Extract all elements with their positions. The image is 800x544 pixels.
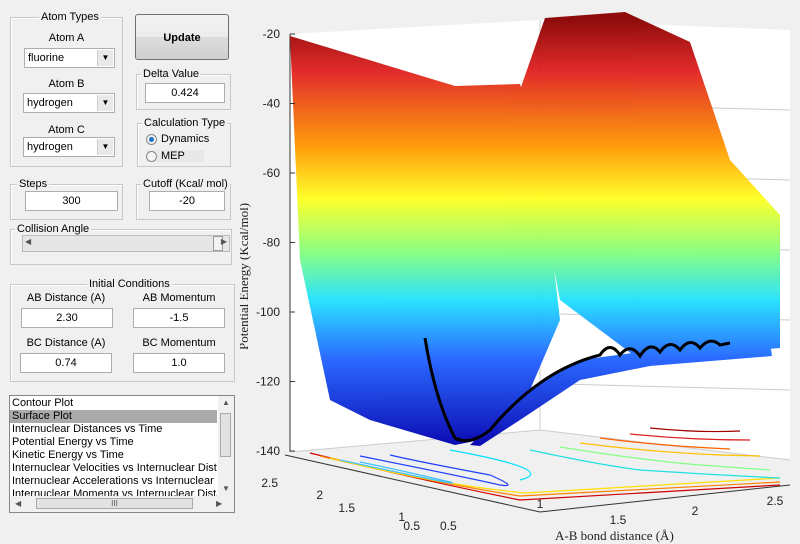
radio-mep-label: MEP (161, 150, 185, 162)
delta-value-input[interactable]: 0.424 (145, 83, 225, 103)
scroll-right-icon[interactable]: ▶ (221, 237, 227, 246)
collision-angle-group: Collision Angle ◀ ▶ (10, 223, 232, 265)
vertical-scrollbar[interactable]: ▲ ▼ (218, 396, 234, 496)
tick-label: 0.5 (403, 519, 420, 533)
delta-value-title: Delta Value (141, 68, 202, 80)
radio-dynamics-label: Dynamics (161, 133, 210, 145)
atom-b-label: Atom B (48, 78, 85, 90)
ab-momentum-input[interactable]: -1.5 (133, 308, 225, 328)
bc-distance-label: BC Distance (A) (26, 337, 106, 349)
scroll-thumb[interactable] (220, 413, 231, 457)
calculation-type-group: Calculation Type Dynamics MEP (137, 117, 231, 167)
ab-distance-input[interactable]: 2.30 (21, 308, 113, 328)
list-item[interactable]: Kinetic Energy vs Time (10, 449, 217, 462)
surface-plot: -20 -40 -60 -80 -100 -120 -140 0.5 1 1.5 2 2.5 2.5… (240, 12, 791, 543)
tick-label: 0.5 (440, 519, 457, 533)
cutoff-title: Cutoff (Kcal/ mol) (141, 178, 230, 190)
atom-a-value: fluorine (28, 52, 65, 64)
scroll-left-icon[interactable]: ◀ (15, 499, 21, 508)
tick-label: -40 (263, 97, 281, 111)
steps-title: Steps (17, 178, 50, 190)
atom-types-group: Atom Types Atom A fluorine ▼ Atom B hydro… (10, 11, 123, 167)
initial-conditions-title: Initial Conditions (87, 278, 172, 290)
x-axis-label: A-B bond distance (Å) (555, 528, 674, 543)
delta-value-group: Delta Value 0.424 (136, 68, 231, 110)
atom-c-select[interactable]: hydrogen ▼ (23, 137, 115, 157)
list-item[interactable]: Potential Energy vs Time (10, 436, 217, 449)
collision-angle-slider[interactable]: ◀ ▶ (22, 235, 230, 252)
hscroll-thumb[interactable]: III (36, 498, 193, 509)
list-item[interactable]: Internuclear Velocities vs Internuclear … (10, 462, 217, 475)
z-axis-ticks: -20 -40 -60 -80 -100 -120 -140 (256, 27, 295, 458)
ab-distance-label: AB Distance (A) (26, 292, 106, 304)
scroll-down-icon[interactable]: ▼ (222, 484, 230, 493)
tick-label: 2.5 (261, 476, 278, 490)
radio-selected-icon (146, 133, 157, 145)
tick-label: -120 (256, 375, 280, 389)
list-item[interactable]: Internuclear Accelerations vs Internucle… (10, 475, 217, 488)
steps-group: Steps 300 (10, 178, 123, 220)
radio-dynamics[interactable]: Dynamics (146, 133, 209, 145)
atom-a-select[interactable]: fluorine ▼ (24, 48, 115, 68)
horizontal-scrollbar[interactable]: ◀ III ▶ (10, 496, 234, 512)
chevron-down-icon[interactable]: ▼ (97, 139, 113, 155)
scroll-up-icon[interactable]: ▲ (222, 398, 230, 407)
surface-left-wall (290, 36, 560, 445)
cutoff-group: Cutoff (Kcal/ mol) -20 (136, 178, 231, 220)
steps-input[interactable]: 300 (25, 191, 118, 211)
atom-types-title: Atom Types (39, 11, 101, 23)
bc-distance-input[interactable]: 0.74 (20, 353, 112, 373)
tick-label: 2.5 (767, 494, 784, 508)
tick-label: 1.5 (338, 501, 355, 515)
tick-label: -60 (263, 166, 281, 180)
plot-type-listbox[interactable]: Contour Plot Surface Plot Internuclear Dis… (9, 395, 235, 513)
tick-label: 2 (316, 488, 323, 502)
atom-c-label: Atom C (48, 124, 85, 136)
bc-momentum-input[interactable]: 1.0 (133, 353, 225, 373)
scroll-left-icon[interactable]: ◀ (25, 237, 31, 246)
tick-label: -20 (263, 27, 281, 41)
radio-unselected-icon (146, 150, 157, 162)
ab-momentum-label: AB Momentum (142, 292, 216, 304)
scroll-right-icon[interactable]: ▶ (216, 499, 222, 508)
tick-label: 1.5 (610, 513, 627, 527)
tick-label: -80 (263, 236, 281, 250)
list-item[interactable]: Contour Plot (10, 397, 217, 410)
bc-momentum-label: BC Momentum (142, 337, 216, 349)
list-item[interactable]: Internuclear Distances vs Time (10, 423, 217, 436)
y-axis-ticks: 2.521.510.5 (261, 476, 420, 533)
chevron-down-icon[interactable]: ▼ (97, 50, 113, 66)
atom-a-label: Atom A (48, 32, 85, 44)
atom-b-select[interactable]: hydrogen ▼ (23, 93, 115, 113)
initial-conditions-group: Initial Conditions AB Distance (A) AB Mo… (10, 278, 235, 382)
z-axis-label: Potential Energy (Kcal/mol) (240, 203, 251, 350)
atom-c-value: hydrogen (27, 141, 73, 153)
cutoff-input[interactable]: -20 (149, 191, 225, 211)
calculation-type-title: Calculation Type (142, 117, 228, 129)
atom-b-value: hydrogen (27, 97, 73, 109)
tick-label: -140 (256, 444, 280, 458)
tick-label: 2 (692, 504, 699, 518)
update-button[interactable]: Update (135, 14, 229, 60)
tick-label: -100 (256, 305, 280, 319)
collision-angle-title: Collision Angle (15, 223, 92, 235)
radio-mep[interactable]: MEP (146, 150, 204, 162)
tick-label: 1 (537, 497, 544, 511)
chevron-down-icon[interactable]: ▼ (97, 95, 113, 111)
list-item[interactable]: Surface Plot (10, 410, 217, 423)
